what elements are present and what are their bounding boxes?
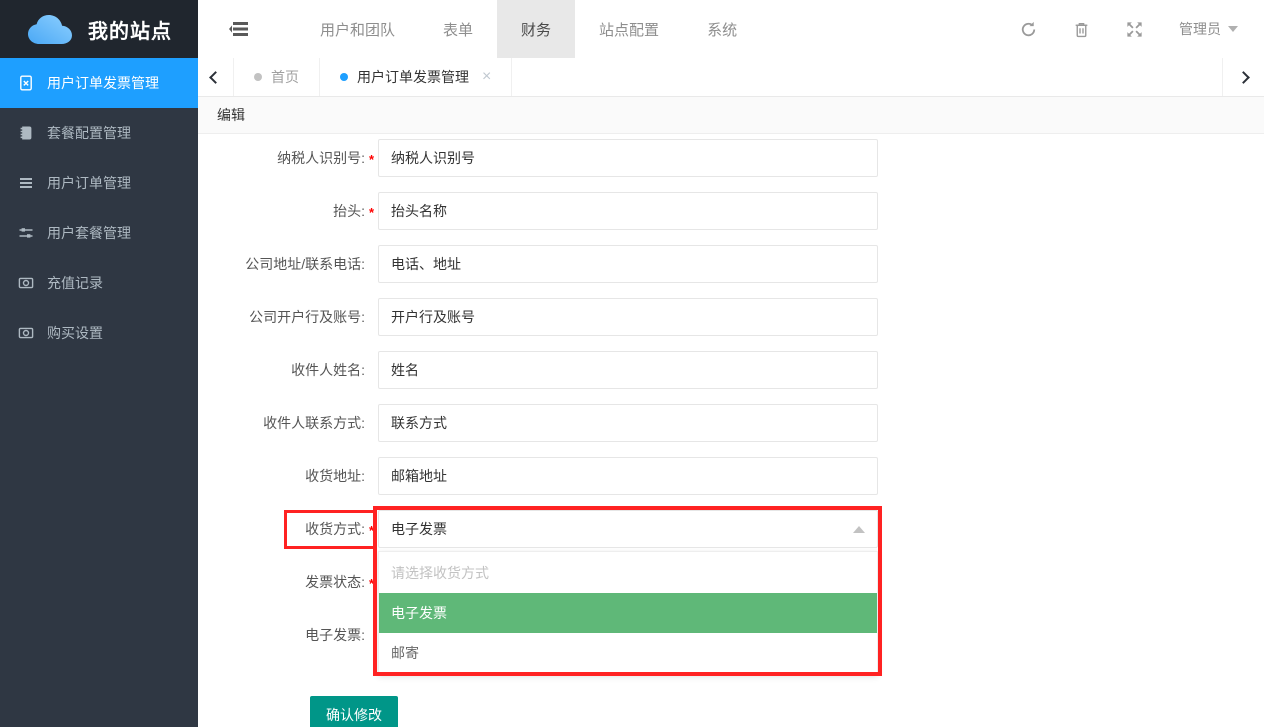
sidebar-item-label: 用户订单发票管理 xyxy=(47,73,159,93)
dropdown-option-electronic-invoice[interactable]: 电子发票 xyxy=(379,593,877,633)
form-row: 公司开户行及账号: xyxy=(198,298,1264,336)
order-list-icon xyxy=(18,175,34,191)
recipient-name-input[interactable] xyxy=(378,351,878,389)
required-asterisk: * xyxy=(365,573,378,591)
bank-account-input[interactable] xyxy=(378,298,878,336)
taxpayer-id-input[interactable] xyxy=(378,139,878,177)
field-label-invoice-status: 发票状态: xyxy=(198,572,365,592)
purchase-setting-icon xyxy=(18,325,34,341)
sidebar-item-order-management[interactable]: 用户订单管理 xyxy=(0,158,198,208)
company-address-input[interactable] xyxy=(378,245,878,283)
sidebar-item-purchase-settings[interactable]: 购买设置 xyxy=(0,308,198,358)
required-asterisk: * xyxy=(365,520,378,538)
required-asterisk: * xyxy=(365,202,378,220)
form-row: 公司地址/联系电话: xyxy=(198,245,1264,283)
form-row: 纳税人识别号: * xyxy=(198,139,1264,177)
user-package-icon xyxy=(18,225,34,241)
required-asterisk: * xyxy=(365,149,378,167)
invoice-edit-form: 纳税人识别号: * 抬头: * 公司地址/联系电话: 公司开户行及账号: 收件人… xyxy=(198,135,1264,727)
recharge-record-icon xyxy=(18,275,34,291)
field-label-title: 抬头: xyxy=(198,201,365,221)
tab-dot-icon xyxy=(254,73,262,81)
sidebar-item-label: 套餐配置管理 xyxy=(47,123,131,143)
prev-tab-button[interactable] xyxy=(198,58,234,96)
sidebar-item-recharge-records[interactable]: 充值记录 xyxy=(0,258,198,308)
field-label-delivery-address: 收货地址: xyxy=(198,466,365,486)
refresh-icon[interactable] xyxy=(1020,21,1037,38)
admin-menu[interactable]: 管理员 xyxy=(1179,19,1238,39)
nav-item-users-teams[interactable]: 用户和团队 xyxy=(296,0,419,58)
field-label-electronic-invoice: 电子发票: xyxy=(198,625,365,645)
fullscreen-icon[interactable] xyxy=(1126,21,1143,38)
field-label-taxpayer-id: 纳税人识别号: xyxy=(198,148,365,168)
top-nav: 用户和团队 表单 财务 站点配置 系统 xyxy=(296,0,761,58)
form-row: 抬头: * xyxy=(198,192,1264,230)
dropdown-option-placeholder[interactable]: 请选择收货方式 xyxy=(379,553,877,593)
dropdown-option-mail[interactable]: 邮寄 xyxy=(379,633,877,673)
nav-item-finance[interactable]: 财务 xyxy=(497,0,575,58)
next-tab-button[interactable] xyxy=(1222,58,1264,96)
field-label-bank-account: 公司开户行及账号: xyxy=(198,307,365,327)
form-row-delivery-method: 收货方式: * 电子发票 请选择收货方式 电子发票 邮寄 xyxy=(198,510,1264,548)
chevron-up-icon xyxy=(853,526,865,533)
sidebar-item-label: 充值记录 xyxy=(47,273,103,293)
app-logo: 我的站点 xyxy=(0,0,198,58)
delivery-method-dropdown: 请选择收货方式 电子发票 邮寄 xyxy=(378,551,878,675)
top-header: 用户和团队 表单 财务 站点配置 系统 管理员 xyxy=(198,0,1264,58)
form-row: 收货地址: xyxy=(198,457,1264,495)
sidebar-item-package-config[interactable]: 套餐配置管理 xyxy=(0,108,198,158)
cloud-logo-icon xyxy=(26,11,78,47)
page-title: 编辑 xyxy=(217,105,245,125)
collapse-menu-icon xyxy=(229,21,248,37)
package-config-icon xyxy=(18,125,34,141)
delivery-method-select-wrap: 电子发票 请选择收货方式 电子发票 邮寄 xyxy=(378,510,878,548)
nav-item-forms[interactable]: 表单 xyxy=(419,0,497,58)
header-actions: 管理员 xyxy=(1020,0,1264,58)
sidebar-item-label: 购买设置 xyxy=(47,323,103,343)
chevron-right-icon xyxy=(1237,71,1250,84)
chevron-left-icon xyxy=(209,71,222,84)
nav-item-site-config[interactable]: 站点配置 xyxy=(575,0,683,58)
tab-label: 用户订单发票管理 xyxy=(357,67,469,87)
sidebar-item-user-package[interactable]: 用户套餐管理 xyxy=(0,208,198,258)
delivery-address-input[interactable] xyxy=(378,457,878,495)
sidebar-item-invoice-management[interactable]: 用户订单发票管理 xyxy=(0,58,198,108)
trash-icon[interactable] xyxy=(1073,21,1090,38)
tab-label: 首页 xyxy=(271,67,299,87)
page-toolbar: 编辑 xyxy=(198,97,1264,134)
select-value: 电子发票 xyxy=(391,519,447,539)
sidebar: 用户订单发票管理 套餐配置管理 用户订单管理 用户套 xyxy=(0,58,198,727)
sidebar-collapse-button[interactable] xyxy=(210,0,266,58)
tab-bar: 首页 用户订单发票管理 × xyxy=(198,58,1264,97)
recipient-contact-input[interactable] xyxy=(378,404,878,442)
chevron-down-icon xyxy=(1228,26,1238,32)
form-row: 收件人联系方式: xyxy=(198,404,1264,442)
invoice-title-input[interactable] xyxy=(378,192,878,230)
nav-item-system[interactable]: 系统 xyxy=(683,0,761,58)
close-tab-icon[interactable]: × xyxy=(482,69,491,85)
delivery-method-select[interactable]: 电子发票 xyxy=(378,510,878,548)
sidebar-item-label: 用户订单管理 xyxy=(47,173,131,193)
field-label-recipient-contact: 收件人联系方式: xyxy=(198,413,365,433)
tab-invoice-management[interactable]: 用户订单发票管理 × xyxy=(320,58,512,96)
confirm-edit-button[interactable]: 确认修改 xyxy=(310,696,398,727)
app-title: 我的站点 xyxy=(88,15,172,44)
field-label-company-address: 公司地址/联系电话: xyxy=(198,254,365,274)
field-label-recipient-name: 收件人姓名: xyxy=(198,360,365,380)
main-content: 纳税人识别号: * 抬头: * 公司地址/联系电话: 公司开户行及账号: 收件人… xyxy=(198,135,1264,727)
invoice-doc-icon xyxy=(18,75,34,91)
form-row: 收件人姓名: xyxy=(198,351,1264,389)
admin-label: 管理员 xyxy=(1179,19,1221,39)
field-label-delivery-method: 收货方式: xyxy=(198,519,365,539)
tab-home[interactable]: 首页 xyxy=(234,58,320,96)
tab-dot-icon xyxy=(340,73,348,81)
sidebar-item-label: 用户套餐管理 xyxy=(47,223,131,243)
